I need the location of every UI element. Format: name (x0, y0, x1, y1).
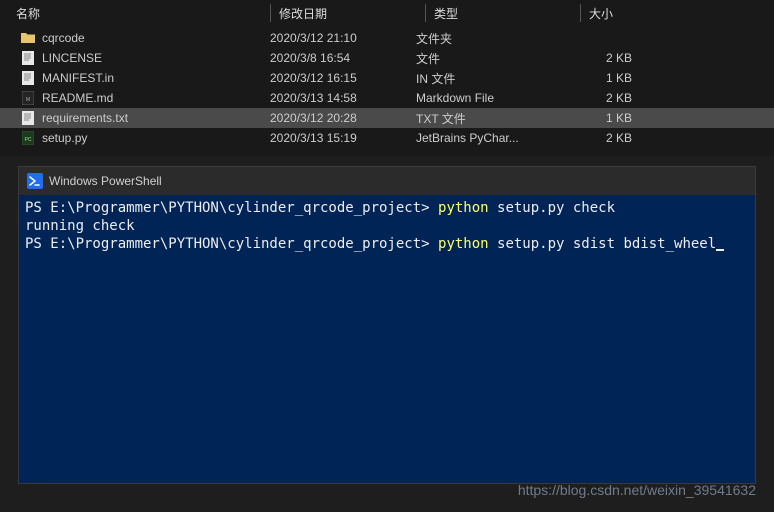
col-header-name[interactable]: 名称 (0, 5, 270, 22)
file-row[interactable]: requirements.txt 2020/3/12 20:28TXT 文件1 K… (0, 108, 774, 128)
file-name: setup.py (42, 131, 87, 145)
file-name: README.md (42, 91, 113, 105)
file-date: 2020/3/12 21:10 (270, 31, 416, 45)
powershell-window: Windows PowerShell PS E:\Programmer\PYTH… (18, 166, 756, 484)
col-header-size[interactable]: 大小 (589, 5, 689, 22)
folder-icon (20, 30, 36, 46)
file-type: 文件夹 (416, 30, 562, 47)
file-type: IN 文件 (416, 70, 562, 87)
terminal-title: Windows PowerShell (49, 174, 162, 188)
file-date: 2020/3/13 14:58 (270, 91, 416, 105)
file-explorer: 名称 修改日期 类型 大小 cqrcode2020/3/12 21:10文件夹L… (0, 0, 774, 156)
file-rows: cqrcode 2020/3/12 21:10文件夹 LINCENSE 2020/3/… (0, 26, 774, 148)
file-size: 1 KB (562, 71, 662, 85)
columns-header: 名称 修改日期 类型 大小 (0, 0, 774, 26)
file-type: TXT 文件 (416, 110, 562, 127)
file-type: Markdown File (416, 91, 562, 105)
col-header-date[interactable]: 修改日期 (279, 5, 425, 22)
file-type: 文件 (416, 50, 562, 67)
powershell-icon (27, 173, 43, 189)
watermark: https://blog.csdn.net/weixin_39541632 (518, 482, 756, 498)
file-name: LINCENSE (42, 51, 102, 65)
file-name: cqrcode (42, 31, 85, 45)
col-divider[interactable] (270, 4, 271, 22)
file-row[interactable]: cqrcode 2020/3/12 21:10文件夹 (0, 28, 774, 48)
col-header-type[interactable]: 类型 (434, 5, 580, 22)
file-size: 1 KB (562, 111, 662, 125)
file-name: requirements.txt (42, 111, 128, 125)
file-name: MANIFEST.in (42, 71, 114, 85)
file-date: 2020/3/8 16:54 (270, 51, 416, 65)
file-md-icon: M (20, 90, 36, 106)
svg-text:M: M (26, 97, 30, 103)
file-row[interactable]: PC setup.py 2020/3/13 15:19JetBrains PyCha… (0, 128, 774, 148)
file-size: 2 KB (562, 51, 662, 65)
file-row[interactable]: LINCENSE 2020/3/8 16:54文件2 KB (0, 48, 774, 68)
file-txt-icon (20, 70, 36, 86)
file-row[interactable]: MANIFEST.in 2020/3/12 16:15IN 文件1 KB (0, 68, 774, 88)
file-txt-icon (20, 110, 36, 126)
file-row[interactable]: M README.md 2020/3/13 14:58Markdown File2 … (0, 88, 774, 108)
file-txt-icon (20, 50, 36, 66)
svg-text:PC: PC (25, 137, 32, 143)
file-size: 2 KB (562, 91, 662, 105)
file-type: JetBrains PyChar... (416, 131, 562, 145)
file-date: 2020/3/12 16:15 (270, 71, 416, 85)
file-size: 2 KB (562, 131, 662, 145)
terminal-body[interactable]: PS E:\Programmer\PYTHON\cylinder_qrcode_… (19, 195, 755, 483)
terminal-titlebar[interactable]: Windows PowerShell (19, 167, 755, 195)
file-py-icon: PC (20, 130, 36, 146)
file-date: 2020/3/12 20:28 (270, 111, 416, 125)
file-date: 2020/3/13 15:19 (270, 131, 416, 145)
col-divider[interactable] (425, 4, 426, 22)
col-divider[interactable] (580, 4, 581, 22)
